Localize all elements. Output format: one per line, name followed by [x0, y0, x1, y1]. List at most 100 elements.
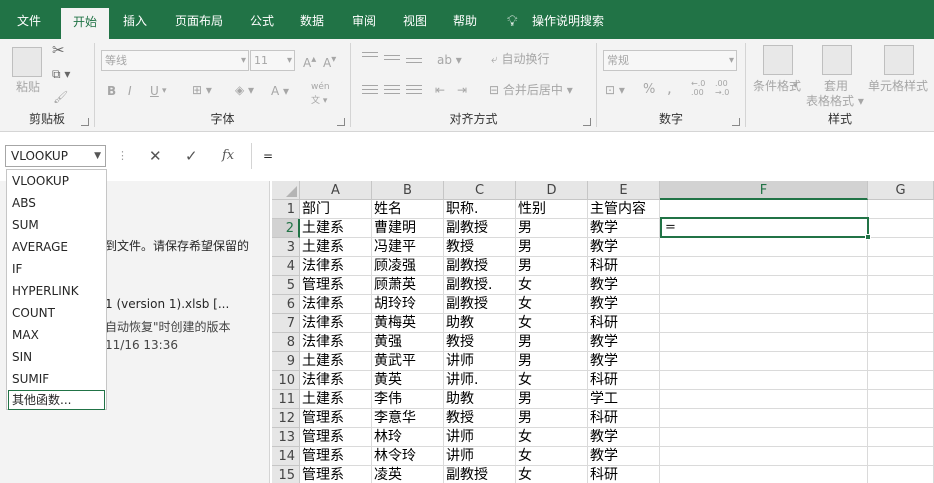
cell[interactable]: 教学	[588, 428, 660, 447]
tab-home[interactable]: 开始	[61, 8, 110, 39]
function-item[interactable]: VLOOKUP	[7, 170, 106, 192]
wrap-text-button[interactable]: ⤶ 自动换行	[491, 52, 550, 66]
column-header-d[interactable]: D	[516, 181, 588, 200]
cell[interactable]: 助教	[444, 314, 516, 333]
cell[interactable]	[868, 333, 934, 352]
orientation-icon[interactable]: ab ▾	[437, 53, 462, 67]
tell-me-search[interactable]: 操作说明搜索	[532, 0, 604, 39]
format-as-table-line2[interactable]: 表格格式 ▾	[806, 94, 864, 108]
align-right-icon[interactable]	[406, 85, 422, 97]
cell[interactable]	[660, 295, 868, 314]
cell[interactable]: 法律系	[300, 371, 372, 390]
row-header-6[interactable]: 6	[272, 295, 300, 314]
cell[interactable]: 教授	[444, 409, 516, 428]
cell[interactable]: 胡玲玲	[372, 295, 444, 314]
cell[interactable]	[660, 371, 868, 390]
cell[interactable]	[868, 390, 934, 409]
cell[interactable]: 管理系	[300, 409, 372, 428]
cell[interactable]	[868, 219, 934, 238]
row-header-15[interactable]: 15	[272, 466, 300, 483]
tab-help[interactable]: 帮助	[453, 0, 477, 39]
column-header-f[interactable]: F	[660, 181, 868, 200]
cell[interactable]: 教学	[588, 219, 660, 238]
cell[interactable]: 学工	[588, 390, 660, 409]
number-format-select[interactable]: 常规 ▾	[603, 50, 737, 71]
row-header-3[interactable]: 3	[272, 238, 300, 257]
cell[interactable]: 女	[516, 295, 588, 314]
cell[interactable]: 教学	[588, 447, 660, 466]
cell[interactable]: 讲师	[444, 352, 516, 371]
cell[interactable]	[660, 314, 868, 333]
column-header-a[interactable]: A	[300, 181, 372, 200]
cell[interactable]	[868, 352, 934, 371]
name-box[interactable]: VLOOKUP ▼	[5, 145, 106, 167]
cell-styles-icon[interactable]	[884, 45, 914, 75]
cell[interactable]: 教学	[588, 276, 660, 295]
cell[interactable]	[868, 466, 934, 483]
tab-insert[interactable]: 插入	[123, 0, 147, 39]
cell[interactable]	[868, 257, 934, 276]
cell[interactable]: 副教授	[444, 466, 516, 483]
cell[interactable]: 土建系	[300, 219, 372, 238]
cell[interactable]	[660, 466, 868, 483]
insert-function-button[interactable]: fx	[222, 146, 234, 166]
font-launcher-icon[interactable]	[337, 118, 345, 126]
phonetic-guide-button[interactable]: wén 文 ▾	[311, 80, 330, 108]
row-header-2[interactable]: 2	[272, 219, 300, 238]
column-header-g[interactable]: G	[868, 181, 934, 200]
function-item[interactable]: SUM	[7, 214, 106, 236]
cell[interactable]: 林令玲	[372, 447, 444, 466]
cell[interactable]: 男	[516, 409, 588, 428]
number-launcher-icon[interactable]	[732, 118, 740, 126]
chevron-down-icon[interactable]: ▾	[162, 84, 167, 98]
row-header-12[interactable]: 12	[272, 409, 300, 428]
bold-button[interactable]: B	[107, 84, 116, 98]
cell[interactable]	[660, 257, 868, 276]
cell[interactable]	[660, 447, 868, 466]
increase-font-icon[interactable]: A▴	[303, 53, 316, 70]
percent-button[interactable]: %	[643, 83, 655, 97]
align-bottom-icon[interactable]	[406, 58, 422, 70]
decrease-font-icon[interactable]: A▾	[323, 53, 336, 70]
cell[interactable]	[868, 200, 934, 219]
column-header-c[interactable]: C	[444, 181, 516, 200]
row-header-1[interactable]: 1	[272, 200, 300, 219]
tab-page-layout[interactable]: 页面布局	[175, 0, 223, 39]
cell-styles-button[interactable]: 单元格样式	[868, 79, 928, 93]
tab-view[interactable]: 视图	[403, 0, 427, 39]
cell[interactable]: 女	[516, 371, 588, 390]
cell[interactable]: 曹建明	[372, 219, 444, 238]
function-item[interactable]: ABS	[7, 192, 106, 214]
cell[interactable]: 副教授	[444, 295, 516, 314]
cell[interactable]: 管理系	[300, 466, 372, 483]
column-header-b[interactable]: B	[372, 181, 444, 200]
cell[interactable]	[660, 428, 868, 447]
align-middle-icon[interactable]	[384, 55, 400, 67]
paste-icon[interactable]	[12, 47, 42, 77]
cell[interactable]: 科研	[588, 314, 660, 333]
cell[interactable]: 女	[516, 447, 588, 466]
row-header-14[interactable]: 14	[272, 447, 300, 466]
paste-button[interactable]: 粘贴	[16, 80, 40, 94]
function-item[interactable]: MAX	[7, 324, 106, 346]
function-item[interactable]: HYPERLINK	[7, 280, 106, 302]
cell[interactable]: 林玲	[372, 428, 444, 447]
cell[interactable]: 教学	[588, 295, 660, 314]
format-as-table-icon[interactable]	[822, 45, 852, 75]
cell[interactable]	[660, 409, 868, 428]
cell[interactable]: 黄英	[372, 371, 444, 390]
cell[interactable]: 教授	[444, 333, 516, 352]
cell[interactable]: 教学	[588, 238, 660, 257]
tab-review[interactable]: 审阅	[352, 0, 376, 39]
cell[interactable]: 男	[516, 352, 588, 371]
cell[interactable]: 职称.	[444, 200, 516, 219]
cell[interactable]: 副教授	[444, 257, 516, 276]
row-header-13[interactable]: 13	[272, 428, 300, 447]
cell[interactable]	[868, 276, 934, 295]
copy-icon[interactable]: ⧉ ▾	[52, 67, 70, 81]
currency-icon[interactable]: ⊡ ▾	[605, 83, 625, 97]
tab-file[interactable]: 文件	[17, 0, 41, 39]
alignment-launcher-icon[interactable]	[583, 118, 591, 126]
recovery-file-name[interactable]: 1 (version 1).xlsb [...	[105, 297, 229, 311]
italic-button[interactable]: I	[128, 84, 132, 98]
